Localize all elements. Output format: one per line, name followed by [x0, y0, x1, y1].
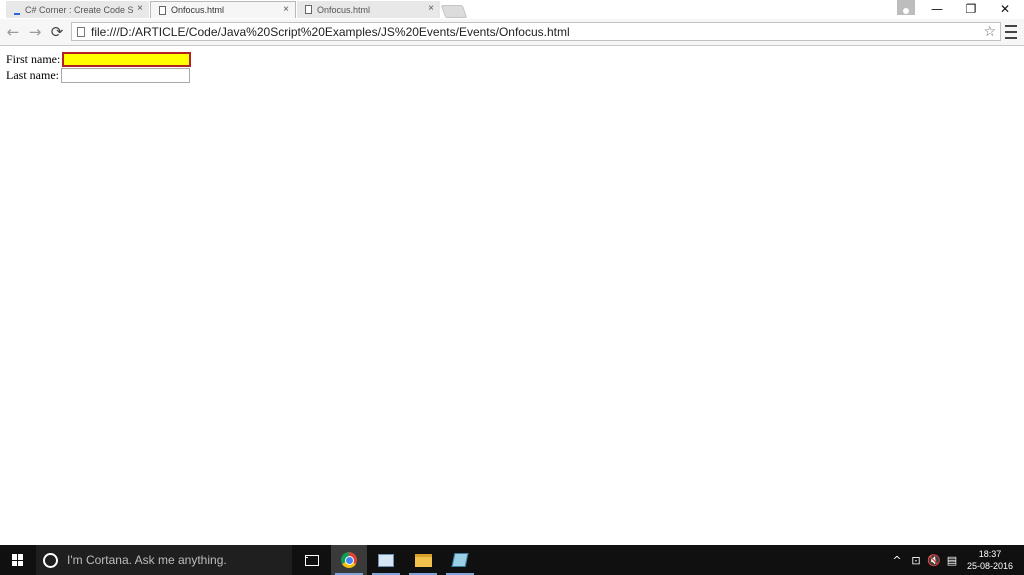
tab-close-icon[interactable]: × — [283, 4, 289, 15]
forward-button[interactable]: → — [26, 23, 44, 41]
cortana-icon — [43, 552, 58, 568]
tray-chevron-icon[interactable]: ^ — [890, 545, 904, 575]
cortana-search-box[interactable]: I'm Cortana. Ask me anything. — [36, 545, 292, 575]
app-window-icon — [378, 553, 394, 567]
tab-onfocus-active[interactable]: Onfocus.html × — [150, 1, 296, 18]
page-icon — [77, 26, 85, 37]
first-name-input[interactable] — [62, 52, 192, 67]
start-button[interactable] — [0, 545, 36, 575]
taskbar-app[interactable] — [368, 545, 404, 575]
tab-label: C# Corner : Create Code S — [25, 4, 134, 15]
page-content: First name: Last name: — [0, 46, 1024, 545]
tab-close-icon[interactable]: × — [428, 3, 434, 14]
volume-muted-icon[interactable]: 🔇 — [926, 545, 942, 575]
bookmark-star-icon[interactable]: ☆ — [983, 24, 996, 40]
browser-titlebar: C# Corner : Create Code S × Onfocus.html… — [0, 0, 1024, 19]
last-name-label: Last name: — [6, 68, 59, 82]
taskbar-chrome[interactable] — [331, 545, 367, 575]
browser-toolbar: ← → ⟳ file:///D:/ARTICLE/Code/Java%20Scr… — [0, 19, 1024, 46]
system-clock[interactable]: 18:37 25-08-2016 — [960, 548, 1020, 572]
reload-button[interactable]: ⟳ — [48, 23, 66, 41]
clock-date: 25-08-2016 — [966, 561, 1014, 571]
page-favicon-icon — [305, 5, 312, 14]
restore-button[interactable]: ❐ — [954, 0, 988, 18]
minimize-button[interactable]: — — [920, 0, 954, 18]
last-name-row: Last name: — [6, 68, 190, 83]
taskbar-file-explorer[interactable] — [405, 545, 441, 575]
notepad-icon — [451, 553, 469, 567]
windows-taskbar: I'm Cortana. Ask me anything. ^ ⊡ 🔇 ▤ 18… — [0, 545, 1024, 575]
folder-icon — [414, 553, 432, 567]
chrome-icon — [341, 552, 357, 568]
back-button[interactable]: ← — [4, 23, 22, 41]
csharp-corner-favicon-icon — [14, 8, 20, 15]
first-name-label: First name: — [6, 52, 61, 66]
new-tab-button[interactable] — [440, 5, 468, 18]
user-icon — [903, 8, 909, 14]
tab-label: Onfocus.html — [317, 4, 371, 15]
cortana-placeholder: I'm Cortana. Ask me anything. — [67, 553, 227, 567]
network-icon[interactable]: ⊡ — [908, 545, 924, 575]
address-url[interactable]: file:///D:/ARTICLE/Code/Java%20Script%20… — [91, 25, 570, 39]
address-bar[interactable]: file:///D:/ARTICLE/Code/Java%20Script%20… — [71, 22, 1001, 41]
profile-button[interactable] — [897, 0, 915, 15]
menu-hamburger-icon[interactable] — [1005, 25, 1017, 39]
taskbar-notepad[interactable] — [442, 545, 478, 575]
task-view-icon — [305, 554, 319, 566]
windows-logo-icon — [12, 554, 24, 566]
page-favicon-icon — [159, 5, 166, 15]
task-view-button[interactable] — [294, 545, 330, 575]
first-name-row: First name: — [6, 52, 192, 67]
tab-csharp-corner[interactable]: C# Corner : Create Code S × — [6, 1, 149, 18]
notifications-icon[interactable]: ▤ — [944, 545, 960, 575]
last-name-input[interactable] — [60, 68, 190, 83]
tab-label: Onfocus.html — [171, 5, 225, 15]
clock-time: 18:37 — [978, 549, 1002, 559]
tab-onfocus[interactable]: Onfocus.html × — [297, 1, 440, 18]
tab-close-icon[interactable]: × — [137, 3, 143, 14]
close-window-button[interactable]: ✕ — [988, 0, 1022, 18]
